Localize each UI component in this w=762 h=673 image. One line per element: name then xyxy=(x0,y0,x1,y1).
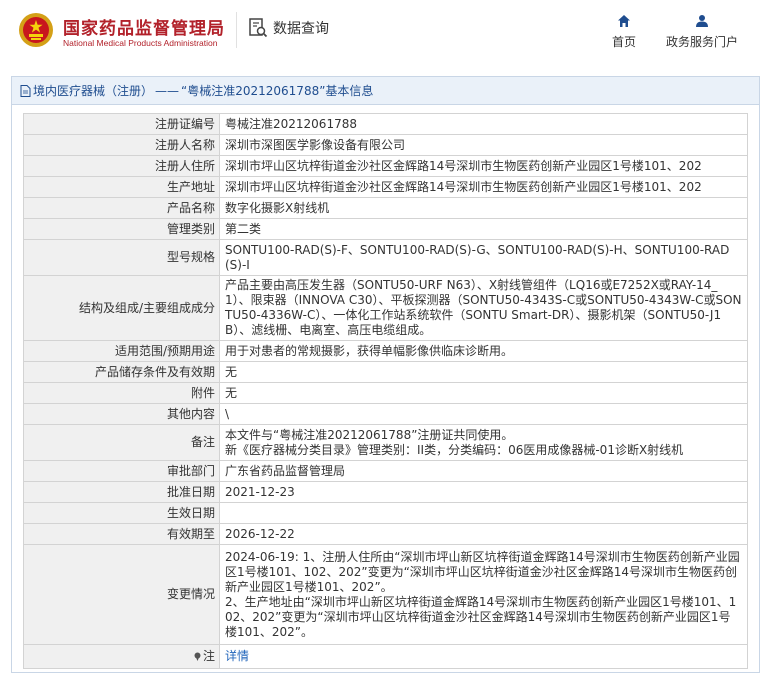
remark-line-2: 新《医疗器械分类目录》管理类别：II类，分类编码：06医用成像器械-01诊断X射… xyxy=(225,442,684,457)
row-value: 数字化摄影X射线机 xyxy=(219,197,748,219)
table-row: 适用范围/预期用途 用于对患者的常规摄影，获得单幅影像供临床诊断用。 xyxy=(23,340,748,362)
document-search-icon xyxy=(249,18,268,38)
breadcrumb-record: “粤械注准20212061788”基本信息 xyxy=(181,84,374,98)
site-title-en[interactable]: National Medical Products Administration xyxy=(63,38,218,48)
row-label: 注册人住所 xyxy=(23,155,220,177)
row-label: 管理类别 xyxy=(23,218,220,240)
row-value: 2021-12-23 xyxy=(219,481,748,503)
table-row: 管理类别 第二类 xyxy=(23,218,748,240)
breadcrumb-section[interactable]: 境内医疗器械（注册） xyxy=(33,82,153,99)
row-label: 产品储存条件及有效期 xyxy=(23,361,220,383)
table-row: 注 详情 xyxy=(23,644,748,669)
table-row: 生效日期 xyxy=(23,502,748,524)
row-value: 深圳市坪山区坑梓街道金沙社区金辉路14号深圳市生物医药创新产业园区1号楼101、… xyxy=(219,176,748,198)
nav-gov-label: 政务服务门户 xyxy=(665,35,738,49)
row-label: 变更情况 xyxy=(23,544,220,645)
data-query-label: 数据查询 xyxy=(273,21,329,37)
detail-panel: 境内医疗器械（注册） —— “粤械注准20212061788”基本信息 注册证编… xyxy=(11,76,760,673)
details-link[interactable]: 详情 xyxy=(225,649,249,663)
row-value: 深圳市坪山区坑梓街道金沙社区金辉路14号深圳市生物医药创新产业园区1号楼101、… xyxy=(219,155,748,177)
nav-home[interactable]: 首页 xyxy=(604,14,644,50)
row-value: 无 xyxy=(219,361,748,383)
data-query-link[interactable]: 数据查询 xyxy=(247,17,329,39)
site-header: 国家药品监督管理局 National Medical Products Admi… xyxy=(0,0,762,74)
row-value: 广东省药品监督管理局 xyxy=(219,460,748,482)
row-label: 型号规格 xyxy=(23,239,220,276)
row-value: 产品主要由高压发生器（SONTU50-URF N63）、X射线管组件（LQ16或… xyxy=(219,275,748,341)
row-label-note: 注 xyxy=(23,644,220,669)
breadcrumb-separator: —— xyxy=(155,83,180,98)
table-row: 注册人住所 深圳市坪山区坑梓街道金沙社区金辉路14号深圳市生物医药创新产业园区1… xyxy=(23,155,748,177)
row-value: 详情 xyxy=(219,644,748,669)
table-row: 结构及组成/主要组成成分 产品主要由高压发生器（SONTU50-URF N63）… xyxy=(23,275,748,341)
table-row: 注册证编号 粤械注准20212061788 xyxy=(23,113,748,135)
user-icon xyxy=(696,15,708,27)
table-row: 备注 本文件与“粤械注准20212061788”注册证共同使用。 新《医疗器械分… xyxy=(23,424,748,461)
row-value: 粤械注准20212061788 xyxy=(219,113,748,135)
row-value: SONTU100-RAD(S)-F、SONTU100-RAD(S)-G、SONT… xyxy=(219,239,748,276)
change-line-2: 2、生产地址由“深圳市坪山新区坑梓街道金辉路14号深圳市生物医药创新产业园区1号… xyxy=(225,594,737,639)
row-label: 注册证编号 xyxy=(23,113,220,135)
row-label: 批准日期 xyxy=(23,481,220,503)
table-row: 生产地址 深圳市坪山区坑梓街道金沙社区金辉路14号深圳市生物医药创新产业园区1号… xyxy=(23,176,748,198)
table-row: 变更情况 2024-06-19: 1、注册人住所由“深圳市坪山新区坑梓街道金辉路… xyxy=(23,544,748,645)
row-label: 附件 xyxy=(23,382,220,404)
row-value: 用于对患者的常规摄影，获得单幅影像供临床诊断用。 xyxy=(219,340,748,362)
row-label: 其他内容 xyxy=(23,403,220,425)
row-label: 结构及组成/主要组成成分 xyxy=(23,275,220,341)
row-value: 2026-12-22 xyxy=(219,523,748,545)
row-value xyxy=(219,502,748,524)
change-line-1: 2024-06-19: 1、注册人住所由“深圳市坪山新区坑梓街道金辉路14号深圳… xyxy=(225,549,740,594)
row-label: 生产地址 xyxy=(23,176,220,198)
table-row: 型号规格 SONTU100-RAD(S)-F、SONTU100-RAD(S)-G… xyxy=(23,239,748,276)
row-label: 注册人名称 xyxy=(23,134,220,156)
site-title-cn[interactable]: 国家药品监督管理局 xyxy=(63,14,225,39)
row-label: 审批部门 xyxy=(23,460,220,482)
remark-line-1: 本文件与“粤械注准20212061788”注册证共同使用。 xyxy=(225,427,514,442)
nav-gov-services[interactable]: 政务服务门户 xyxy=(660,14,744,50)
row-value: \ xyxy=(219,403,748,425)
table-row: 产品储存条件及有效期 无 xyxy=(23,361,748,383)
row-value: 无 xyxy=(219,382,748,404)
table-row: 附件 无 xyxy=(23,382,748,404)
breadcrumb: 境内医疗器械（注册） —— “粤械注准20212061788”基本信息 xyxy=(12,77,759,105)
pin-icon xyxy=(194,652,201,661)
home-icon xyxy=(618,15,630,27)
row-value: 第二类 xyxy=(219,218,748,240)
table-row: 注册人名称 深圳市深图医学影像设备有限公司 xyxy=(23,134,748,156)
table-row: 其他内容 \ xyxy=(23,403,748,425)
header-divider xyxy=(236,12,237,48)
row-label: 生效日期 xyxy=(23,502,220,524)
row-label: 适用范围/预期用途 xyxy=(23,340,220,362)
table-row: 批准日期 2021-12-23 xyxy=(23,481,748,503)
document-icon xyxy=(20,84,31,97)
table-row: 产品名称 数字化摄影X射线机 xyxy=(23,197,748,219)
table-row: 有效期至 2026-12-22 xyxy=(23,523,748,545)
note-label: 注 xyxy=(202,649,215,663)
row-label: 备注 xyxy=(23,424,220,461)
row-value: 2024-06-19: 1、注册人住所由“深圳市坪山新区坑梓街道金辉路14号深圳… xyxy=(219,544,748,645)
national-emblem-icon xyxy=(19,13,53,47)
nav-home-label: 首页 xyxy=(611,35,636,49)
row-value: 深圳市深图医学影像设备有限公司 xyxy=(219,134,748,156)
row-label: 产品名称 xyxy=(23,197,220,219)
registration-info-table: 注册证编号 粤械注准20212061788 注册人名称 深圳市深图医学影像设备有… xyxy=(23,113,748,669)
table-row: 审批部门 广东省药品监督管理局 xyxy=(23,460,748,482)
row-label: 有效期至 xyxy=(23,523,220,545)
row-value: 本文件与“粤械注准20212061788”注册证共同使用。 新《医疗器械分类目录… xyxy=(219,424,748,461)
